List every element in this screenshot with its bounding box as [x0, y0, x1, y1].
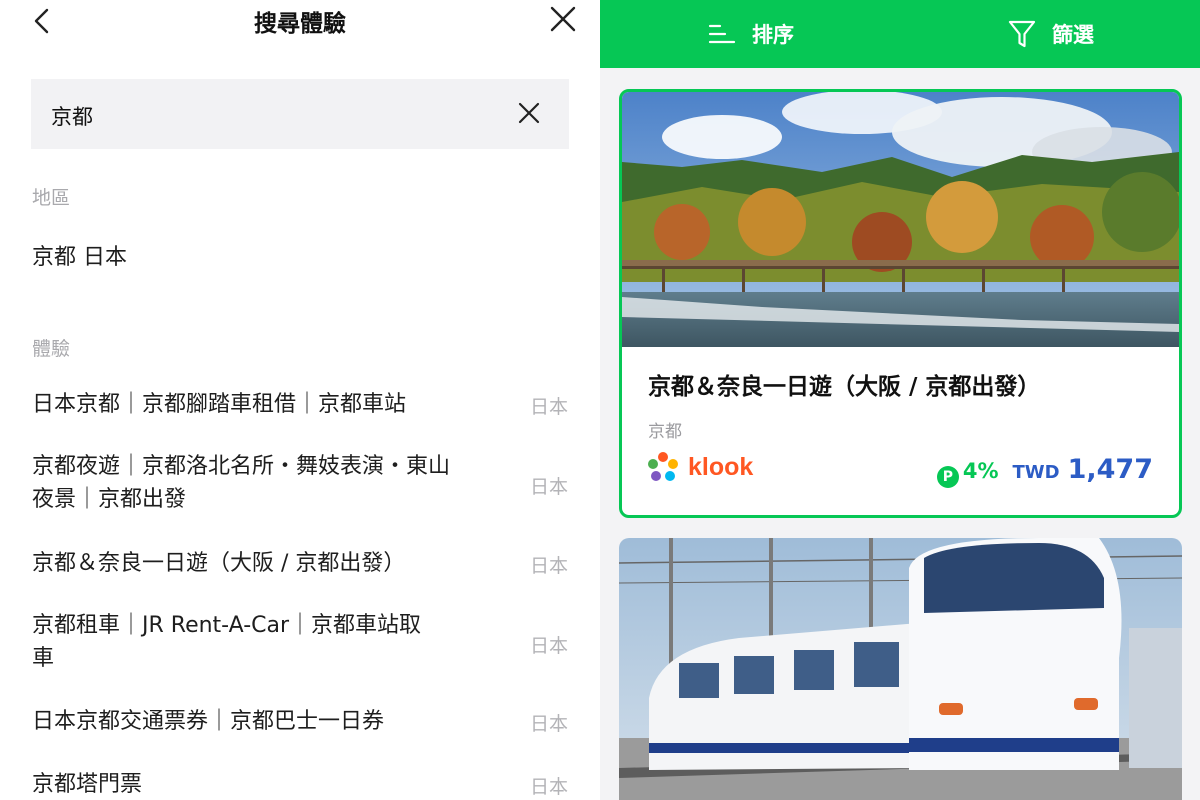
results-toolbar: 排序 篩選 — [600, 0, 1200, 68]
experience-name: 日本京都交通票券｜京都巴士一日券 — [32, 709, 385, 734]
experience-card[interactable] — [619, 538, 1182, 800]
experience-name: 日本京都｜京都腳踏車租借｜京都車站 — [32, 392, 407, 417]
card-price: P 4% TWD 1,477 — [936, 454, 1153, 488]
experience-item[interactable]: 京都夜遊｜京都洛北名所・舞妓表演・東山夜景｜京都出發 日本 — [32, 450, 568, 520]
sort-lines-icon — [708, 24, 736, 44]
sort-label: 排序 — [752, 23, 794, 47]
search-input[interactable]: 京都 — [31, 79, 569, 149]
klook-logo: klook — [646, 449, 753, 485]
funnel-icon — [1008, 20, 1036, 48]
experience-name: 京都租車｜JR Rent-A-Car｜京都車站取車 — [32, 613, 422, 671]
results-panel: 排序 篩選 京都＆奈良一日遊（大阪 / 京都出發） 京都 klook P 4% … — [600, 0, 1200, 800]
experience-item[interactable]: 京都租車｜JR Rent-A-Car｜京都車站取車 日本 — [32, 609, 568, 679]
experience-item[interactable]: 京都＆奈良一日遊（大阪 / 京都出發） 日本 — [32, 547, 568, 587]
search-header: 搜尋體驗 — [0, 0, 600, 40]
points-badge: P — [936, 466, 959, 488]
experience-country: 日本 — [529, 396, 568, 418]
experience-country: 日本 — [529, 776, 568, 798]
card-title: 京都＆奈良一日遊（大阪 / 京都出發） — [648, 374, 1041, 400]
region-result[interactable]: 京都 日本 — [32, 239, 127, 271]
experience-card[interactable]: 京都＆奈良一日遊（大阪 / 京都出發） 京都 klook P 4% TWD 1,… — [619, 89, 1182, 518]
filter-button[interactable]: 篩選 — [1008, 18, 1094, 50]
card-photo-train — [619, 538, 1182, 800]
filter-label: 篩選 — [1052, 23, 1094, 47]
experience-item[interactable]: 日本京都交通票券｜京都巴士一日券 日本 — [32, 705, 568, 745]
search-value[interactable]: 京都 — [51, 101, 93, 131]
experience-country: 日本 — [529, 713, 568, 735]
experience-country: 日本 — [529, 555, 568, 577]
sort-button[interactable]: 排序 — [708, 18, 794, 50]
experience-section-label: 體驗 — [32, 338, 71, 360]
points-rate: 4% — [962, 459, 999, 483]
page-title: 搜尋體驗 — [254, 11, 346, 37]
experience-country: 日本 — [529, 635, 568, 657]
experience-name: 京都夜遊｜京都洛北名所・舞妓表演・東山夜景｜京都出發 — [32, 454, 451, 512]
experience-name: 京都塔門票 — [32, 772, 143, 797]
close-icon[interactable] — [550, 6, 576, 32]
experience-name: 京都＆奈良一日遊（大阪 / 京都出發） — [32, 551, 406, 576]
price-amount: 1,477 — [1067, 454, 1153, 485]
search-panel: 搜尋體驗 京都 地區 京都 日本 體驗 日本京都｜京都腳踏車租借｜京都車站 日本… — [0, 0, 600, 800]
region-section-label: 地區 — [32, 187, 71, 209]
card-region: 京都 — [648, 422, 682, 442]
clear-search-icon[interactable] — [517, 101, 541, 125]
price-currency: TWD — [1012, 462, 1060, 483]
experience-item[interactable]: 京都塔門票 日本 — [32, 768, 568, 800]
card-photo-arashiyama — [622, 92, 1179, 347]
experience-item[interactable]: 日本京都｜京都腳踏車租借｜京都車站 日本 — [32, 388, 568, 428]
klook-logo-icon — [648, 452, 678, 481]
experience-country: 日本 — [529, 476, 568, 498]
provider-name: klook — [688, 452, 754, 481]
